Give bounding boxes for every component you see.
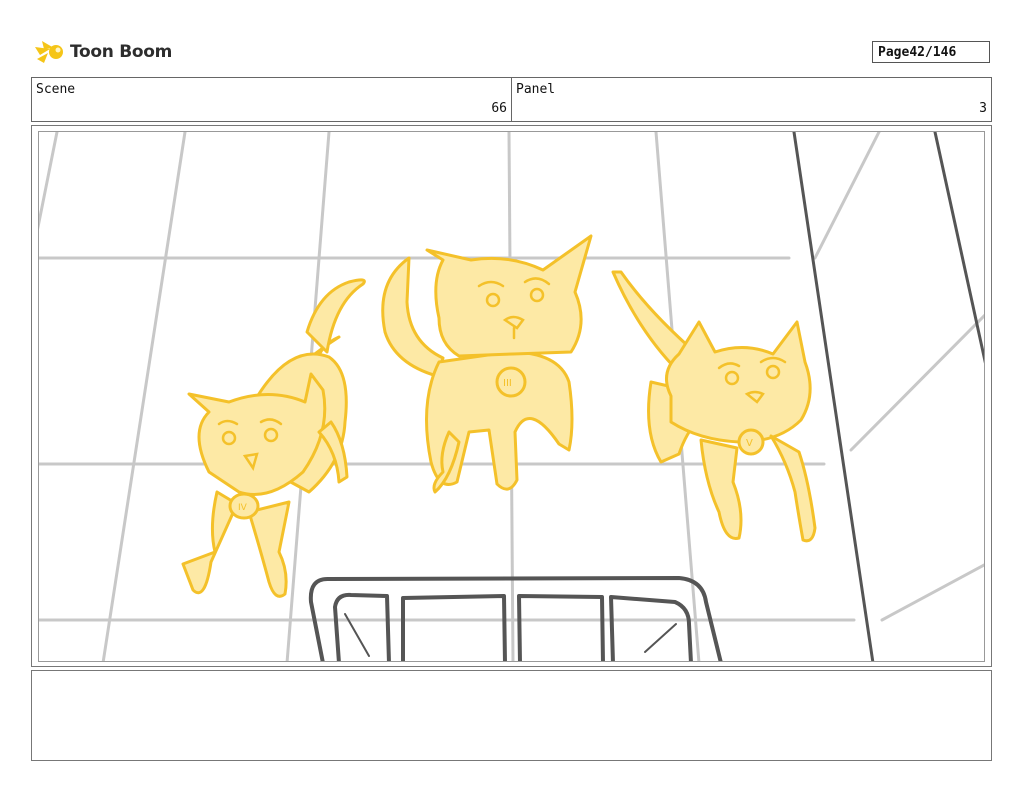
toon-boom-swoosh-icon <box>35 41 63 63</box>
wall-edges <box>792 132 984 661</box>
svg-text:IV: IV <box>238 503 248 513</box>
panel-drawing-area: IV III V <box>38 131 985 662</box>
panel-value: 3 <box>979 101 987 116</box>
page-value: 42/146 <box>909 44 957 60</box>
page-label: Page <box>878 44 910 60</box>
scene-panel-info: Scene 66 Panel 3 <box>31 77 992 122</box>
svg-text:V: V <box>746 438 753 449</box>
cat-middle <box>381 234 593 494</box>
page-counter: Page 42/146 <box>872 41 990 63</box>
scene-cell: Scene 66 <box>32 78 511 121</box>
logo-text: Toon Boom <box>70 42 173 62</box>
scene-value: 66 <box>491 101 507 116</box>
cat-left <box>181 278 366 598</box>
panel-label: Panel <box>516 82 556 97</box>
storyboard-sketch: IV III V <box>39 132 984 661</box>
panel-cell: Panel 3 <box>511 78 991 121</box>
svg-text:III: III <box>503 378 512 389</box>
toon-boom-logo: Toon Boom <box>34 36 172 68</box>
panel-notes <box>31 670 992 761</box>
cat-right <box>611 270 817 543</box>
scene-label: Scene <box>36 82 76 97</box>
